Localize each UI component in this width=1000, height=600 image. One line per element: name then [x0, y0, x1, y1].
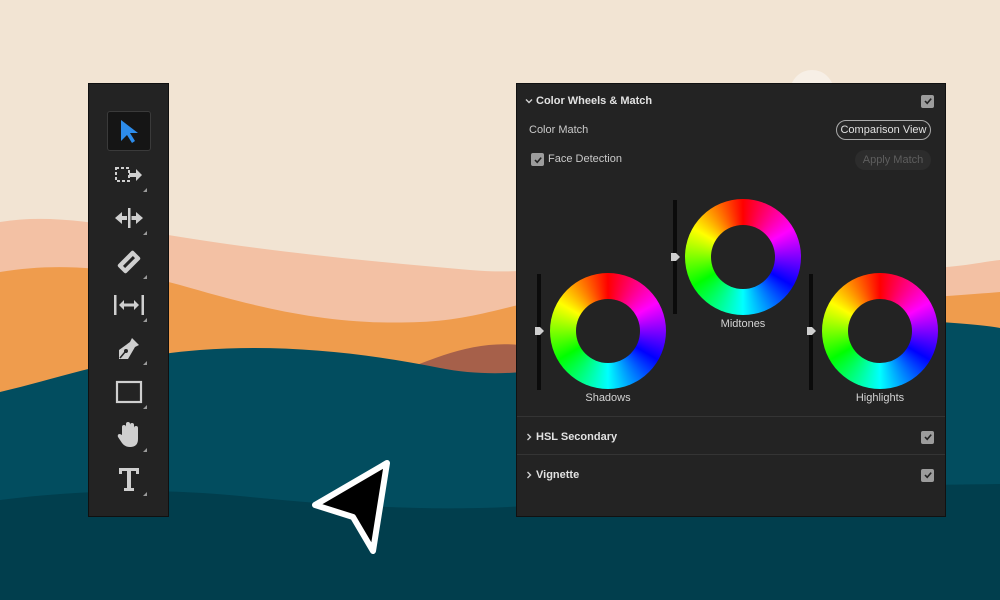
tool-flyout-indicator	[143, 231, 147, 235]
section-title: HSL Secondary	[536, 431, 618, 443]
selection-tool[interactable]	[107, 111, 151, 151]
highlights-color-wheel[interactable]	[822, 273, 938, 389]
tool-flyout-indicator	[143, 405, 147, 409]
section-title: Vignette	[536, 469, 580, 481]
tool-flyout-indicator	[143, 448, 147, 452]
pen-tool[interactable]	[107, 328, 151, 368]
rectangle-tool[interactable]	[107, 372, 151, 412]
wheel-center	[576, 299, 640, 363]
section-divider	[517, 416, 945, 417]
track-select-icon	[115, 167, 142, 182]
wheel-center	[711, 225, 775, 289]
midtones-slider-thumb[interactable]	[671, 253, 680, 261]
section-title: Color Wheels & Match	[536, 95, 653, 107]
hand-tool[interactable]	[107, 415, 151, 455]
face-detection-checkbox[interactable]	[531, 153, 544, 166]
slip-icon	[114, 295, 144, 315]
rectangle-icon	[115, 380, 143, 404]
shadows-color-wheel[interactable]	[550, 273, 666, 389]
chevron-right-icon	[527, 471, 532, 479]
highlights-slider-thumb[interactable]	[807, 327, 816, 335]
track-select-tool[interactable]	[107, 155, 151, 195]
arrow-icon	[121, 120, 138, 143]
checkmark-icon	[923, 98, 932, 105]
vignette-section-header[interactable]: Vignette	[517, 462, 945, 488]
chevron-right-icon	[527, 433, 532, 441]
tool-flyout-indicator	[143, 492, 147, 496]
tool-flyout-indicator	[143, 361, 147, 365]
lumetri-color-panel: Color Wheels & Match Color Match Compari…	[516, 83, 946, 517]
shadows-label: Shadows	[585, 392, 631, 404]
face-detection-label: Face Detection	[548, 153, 622, 165]
midtones-color-wheel[interactable]	[685, 199, 801, 315]
vignette-enable-checkbox[interactable]	[921, 468, 934, 482]
color-match-label: Color Match	[529, 124, 589, 136]
wheel-center	[848, 299, 912, 363]
hand-icon	[117, 422, 138, 447]
section-divider	[517, 454, 945, 455]
ripple-edit-tool[interactable]	[107, 198, 151, 238]
razor-icon	[117, 250, 141, 274]
razor-tool[interactable]	[107, 242, 151, 282]
hsl-secondary-section-header[interactable]: HSL Secondary	[517, 424, 945, 450]
tool-flyout-indicator	[143, 318, 147, 322]
midtones-label: Midtones	[720, 318, 766, 330]
color-wheels-enable-checkbox[interactable]	[921, 94, 934, 108]
type-icon	[119, 468, 139, 491]
shadows-slider-thumb[interactable]	[535, 327, 544, 335]
slip-tool[interactable]	[107, 285, 151, 325]
checkmark-icon	[923, 434, 932, 441]
type-tool[interactable]	[107, 459, 151, 499]
chevron-down-icon	[525, 99, 533, 104]
apply-match-button[interactable]: Apply Match	[855, 150, 931, 170]
hsl-secondary-enable-checkbox[interactable]	[921, 430, 934, 444]
comparison-view-button[interactable]: Comparison View	[836, 120, 931, 140]
cursor-arrow-icon	[312, 460, 390, 554]
color-wheels-section-header[interactable]: Color Wheels & Match	[517, 88, 945, 114]
checkmark-icon	[923, 472, 932, 479]
pen-icon	[119, 338, 139, 359]
checkmark-icon	[533, 156, 542, 163]
tools-panel	[88, 83, 169, 517]
ripple-edit-icon	[115, 208, 143, 228]
tool-flyout-indicator	[143, 188, 147, 192]
highlights-label: Highlights	[855, 392, 905, 404]
tool-flyout-indicator	[143, 275, 147, 279]
